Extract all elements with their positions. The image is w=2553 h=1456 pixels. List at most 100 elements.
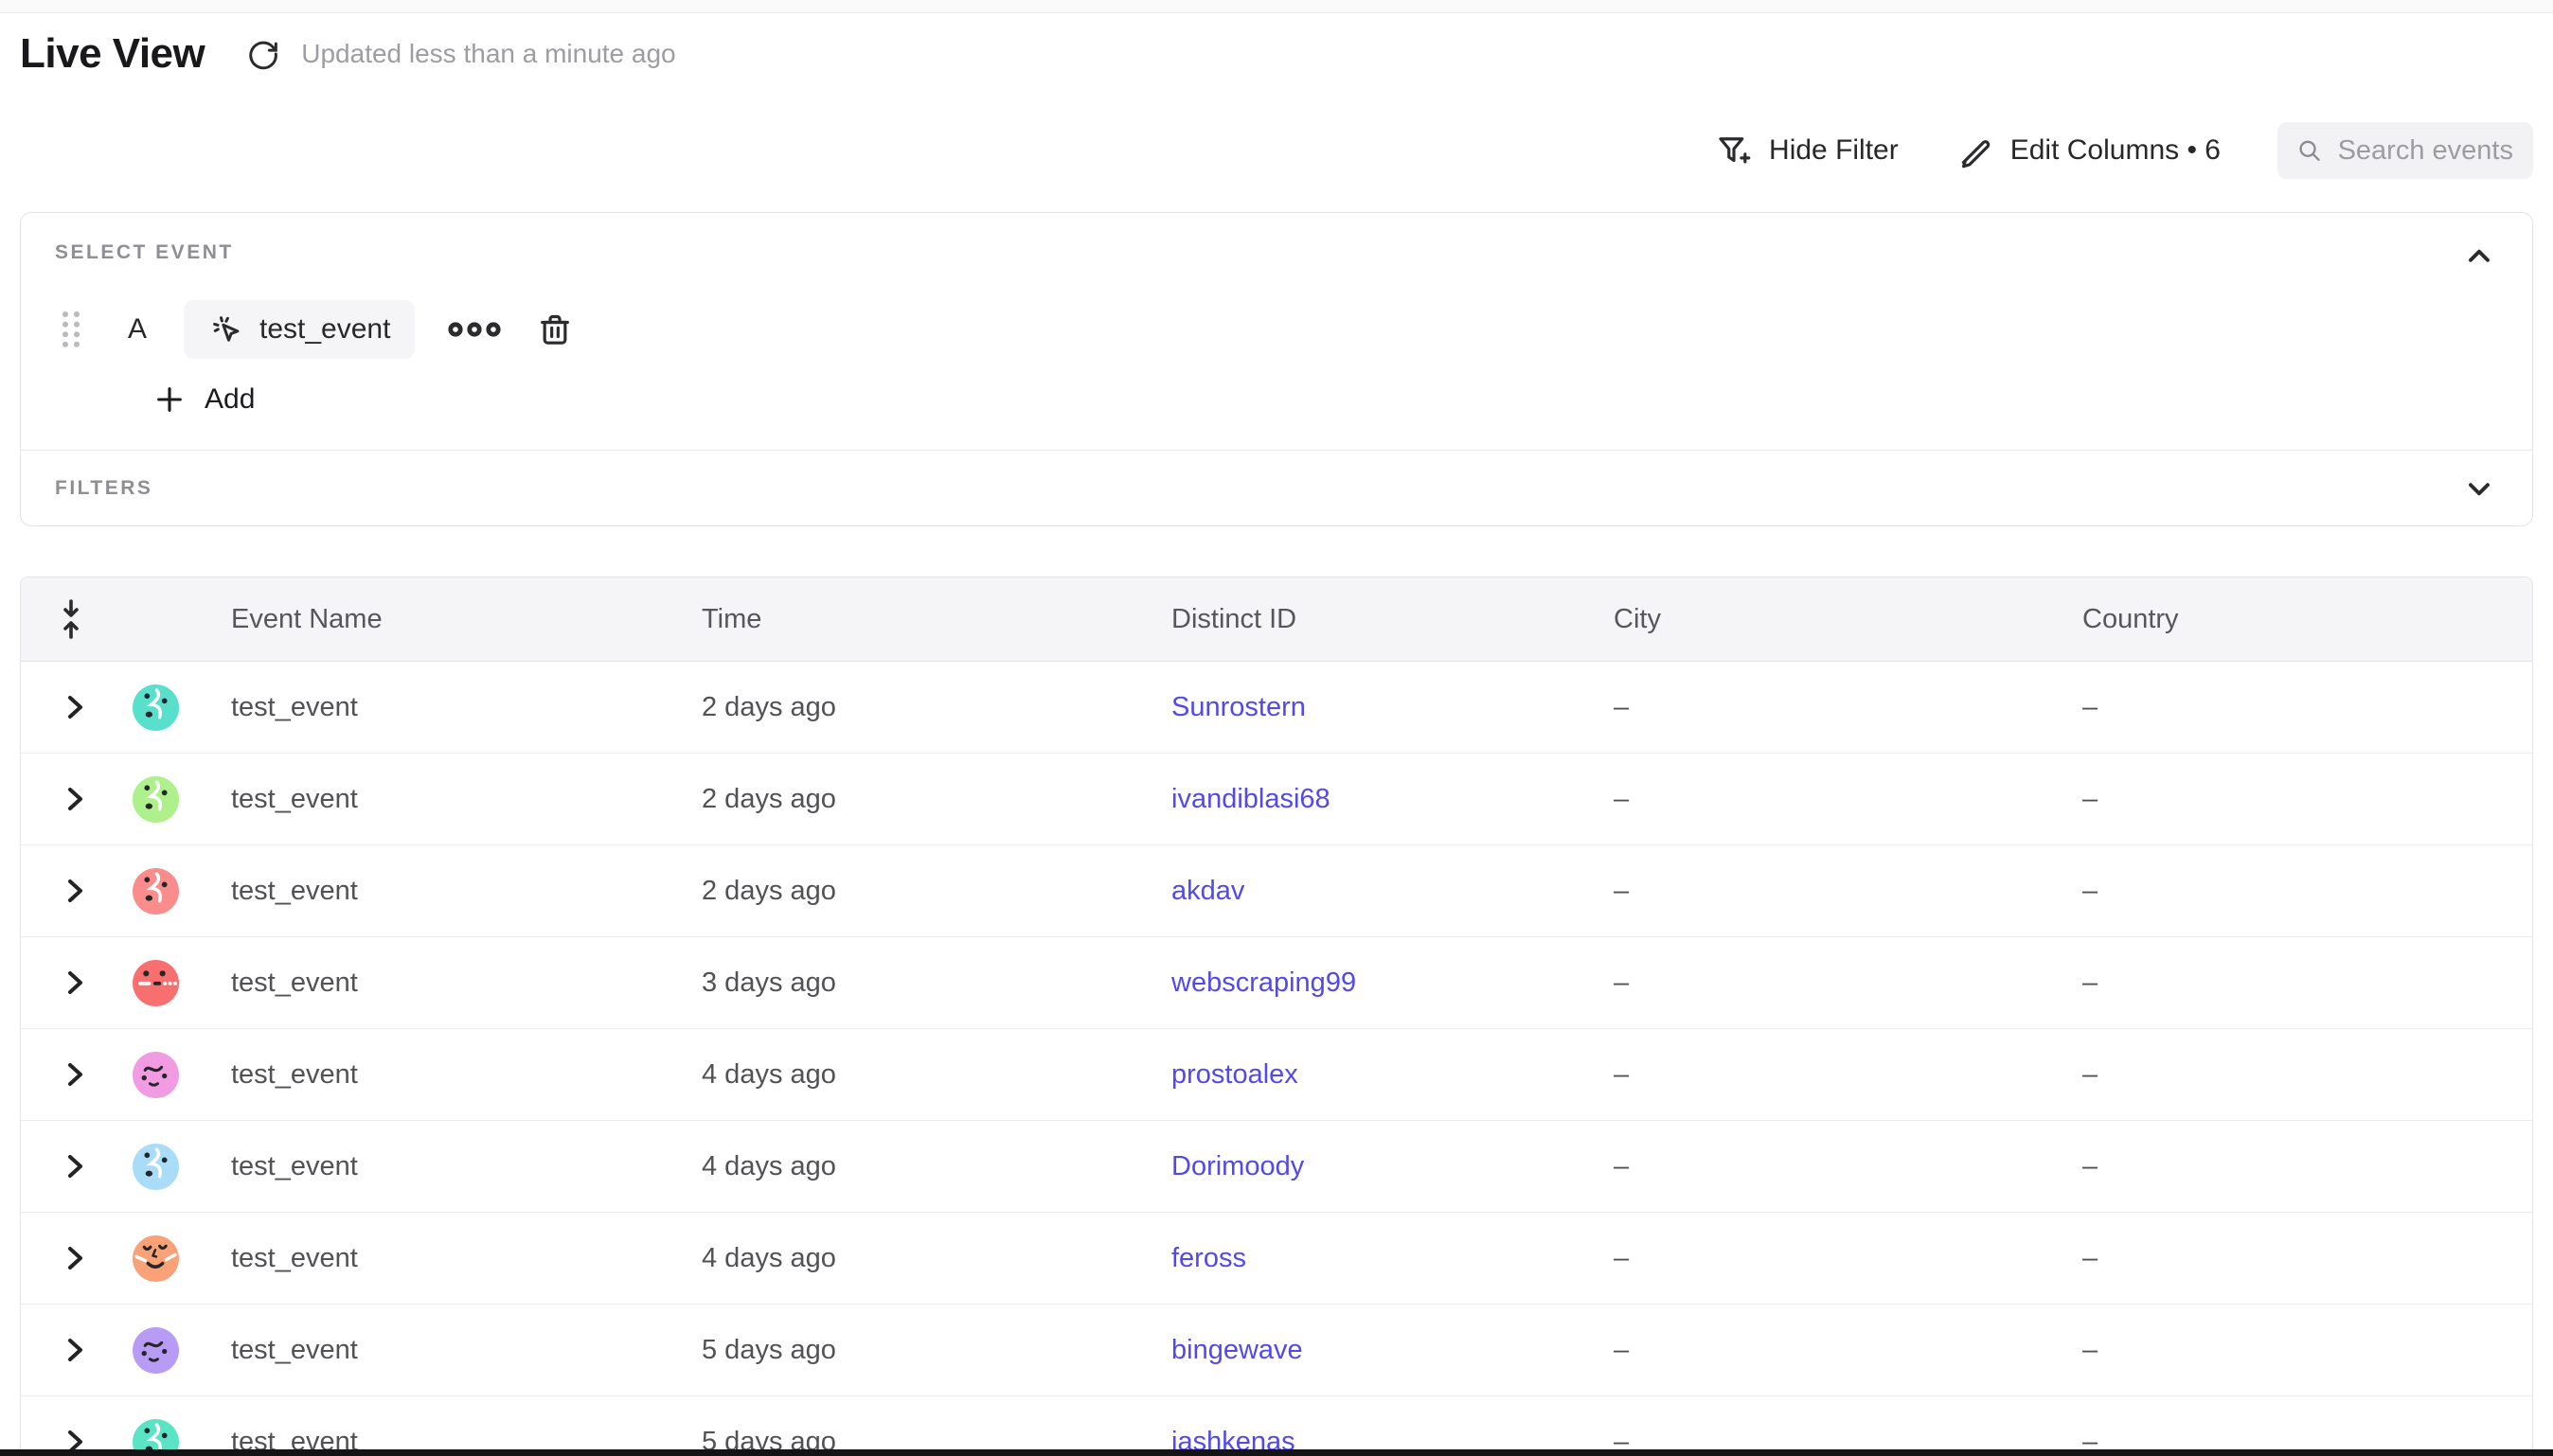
cell-event-name: test_event (203, 1335, 673, 1366)
drag-handle[interactable] (55, 305, 87, 354)
cell-time: 4 days ago (673, 1151, 1143, 1182)
cursor-click-icon (208, 311, 244, 347)
table-row: test_event 2 days ago Sunrostern – – (21, 662, 2532, 754)
avatar (133, 1144, 179, 1190)
distinct-id-link[interactable]: bingewave (1171, 1335, 1303, 1365)
avatar (133, 868, 179, 914)
avatar (133, 1235, 179, 1282)
plus-icon (153, 383, 186, 416)
more-options-icon (447, 317, 502, 342)
expand-filters-button[interactable] (2462, 468, 2504, 509)
row-expand-button[interactable] (59, 1238, 91, 1278)
event-clause-row: A test_event (55, 300, 2498, 359)
event-more-options-button[interactable] (441, 311, 508, 347)
avatar (133, 684, 179, 731)
table-row: test_event 2 days ago ivandiblasi68 – – (21, 754, 2532, 845)
row-expand-button[interactable] (59, 871, 91, 911)
cell-time: 4 days ago (673, 1059, 1143, 1091)
row-expand-button[interactable] (59, 1330, 91, 1370)
filters-label: FILTERS (55, 477, 152, 500)
cell-time: 5 days ago (673, 1335, 1143, 1366)
distinct-id-link[interactable]: prostoalex (1171, 1059, 1298, 1090)
top-edge-band (0, 0, 2553, 13)
edit-columns-button[interactable]: Edit Columns • 6 (1955, 131, 2221, 170)
cell-event-name: test_event (203, 784, 673, 815)
toolbar: Hide Filter Edit Columns • 6 (1714, 121, 2533, 180)
chevron-down-icon (2462, 471, 2496, 506)
chevron-right-icon (64, 877, 85, 905)
table-row: test_event 5 days ago jashkenas – – (21, 1396, 2532, 1456)
distinct-id-link[interactable]: Sunrostern (1171, 692, 1306, 722)
select-event-label: SELECT EVENT (55, 241, 2498, 264)
select-event-section: SELECT EVENT A (21, 213, 2532, 450)
delete-event-button[interactable] (532, 307, 578, 352)
row-expand-button[interactable] (59, 1055, 91, 1094)
selected-event-name: test_event (259, 313, 390, 346)
updated-status: Updated less than a minute ago (301, 39, 675, 69)
cell-event-name: test_event (203, 968, 673, 999)
cell-country: – (2054, 1151, 2532, 1182)
collapse-vertical-icon (57, 599, 85, 639)
cell-country: – (2054, 968, 2532, 999)
page-header: Live View Updated less than a minute ago (20, 30, 676, 78)
bottom-edge-bar (0, 1449, 2553, 1456)
row-expand-button[interactable] (59, 687, 91, 727)
column-header-country: Country (2054, 604, 2532, 635)
distinct-id-link[interactable]: feross (1171, 1243, 1246, 1273)
trash-icon (536, 311, 574, 348)
table-row: test_event 4 days ago prostoalex – – (21, 1029, 2532, 1121)
refresh-button[interactable] (242, 33, 284, 75)
table-row: test_event 4 days ago Dorimoody – – (21, 1121, 2532, 1213)
chevron-right-icon (64, 785, 85, 813)
clause-letter: A (123, 313, 152, 346)
live-view-page: Live View Updated less than a minute ago… (0, 0, 2553, 1456)
table-body: test_event 2 days ago Sunrostern – – tes… (21, 662, 2532, 1456)
row-expand-button[interactable] (59, 1146, 91, 1186)
chevron-up-icon (2462, 240, 2496, 274)
cell-time: 4 days ago (673, 1243, 1143, 1274)
column-header-event-name: Event Name (203, 604, 673, 635)
cell-city: – (1585, 1151, 2054, 1182)
row-expand-button[interactable] (59, 779, 91, 819)
hide-filter-label: Hide Filter (1769, 134, 1899, 167)
table-row: test_event 4 days ago feross – – (21, 1213, 2532, 1305)
avatar (133, 960, 179, 1006)
chevron-right-icon (64, 693, 85, 721)
cell-country: – (2054, 1059, 2532, 1091)
column-header-city: City (1585, 604, 2054, 635)
drag-handle-icon (59, 309, 83, 350)
row-expand-button[interactable] (59, 963, 91, 1003)
distinct-id-link[interactable]: akdav (1171, 876, 1244, 906)
query-builder-card: SELECT EVENT A (20, 212, 2533, 526)
search-input[interactable] (2338, 135, 2514, 167)
table-row: test_event 2 days ago akdav – – (21, 845, 2532, 937)
search-icon (2296, 134, 2323, 167)
add-event-button[interactable]: Add (153, 383, 255, 416)
cell-city: – (1585, 1059, 2054, 1091)
distinct-id-link[interactable]: Dorimoody (1171, 1151, 1304, 1181)
chevron-right-icon (64, 1152, 85, 1181)
distinct-id-link[interactable]: webscraping99 (1171, 968, 1356, 998)
chevron-right-icon (64, 1060, 85, 1089)
add-event-label: Add (205, 383, 255, 416)
distinct-id-link[interactable]: ivandiblasi68 (1171, 784, 1330, 814)
collapse-select-event-button[interactable] (2462, 236, 2504, 277)
cell-country: – (2054, 1335, 2532, 1366)
collapse-all-rows-button[interactable] (51, 594, 91, 645)
hide-filter-button[interactable]: Hide Filter (1714, 131, 1899, 170)
table-header-row: Event Name Time Distinct ID City Country (21, 577, 2532, 662)
cell-country: – (2054, 1243, 2532, 1274)
avatar (133, 1052, 179, 1098)
selected-event-pill[interactable]: test_event (184, 300, 415, 359)
chevron-right-icon (64, 968, 85, 997)
table-row: test_event 5 days ago bingewave – – (21, 1305, 2532, 1396)
search-box (2277, 122, 2533, 179)
avatar (133, 776, 179, 823)
events-table: Event Name Time Distinct ID City Country… (20, 577, 2533, 1456)
cell-country: – (2054, 876, 2532, 907)
cell-event-name: test_event (203, 1151, 673, 1182)
edit-columns-label: Edit Columns • 6 (2010, 134, 2221, 167)
refresh-icon (244, 35, 282, 73)
cell-time: 2 days ago (673, 876, 1143, 907)
funnel-plus-icon (1714, 131, 1754, 170)
